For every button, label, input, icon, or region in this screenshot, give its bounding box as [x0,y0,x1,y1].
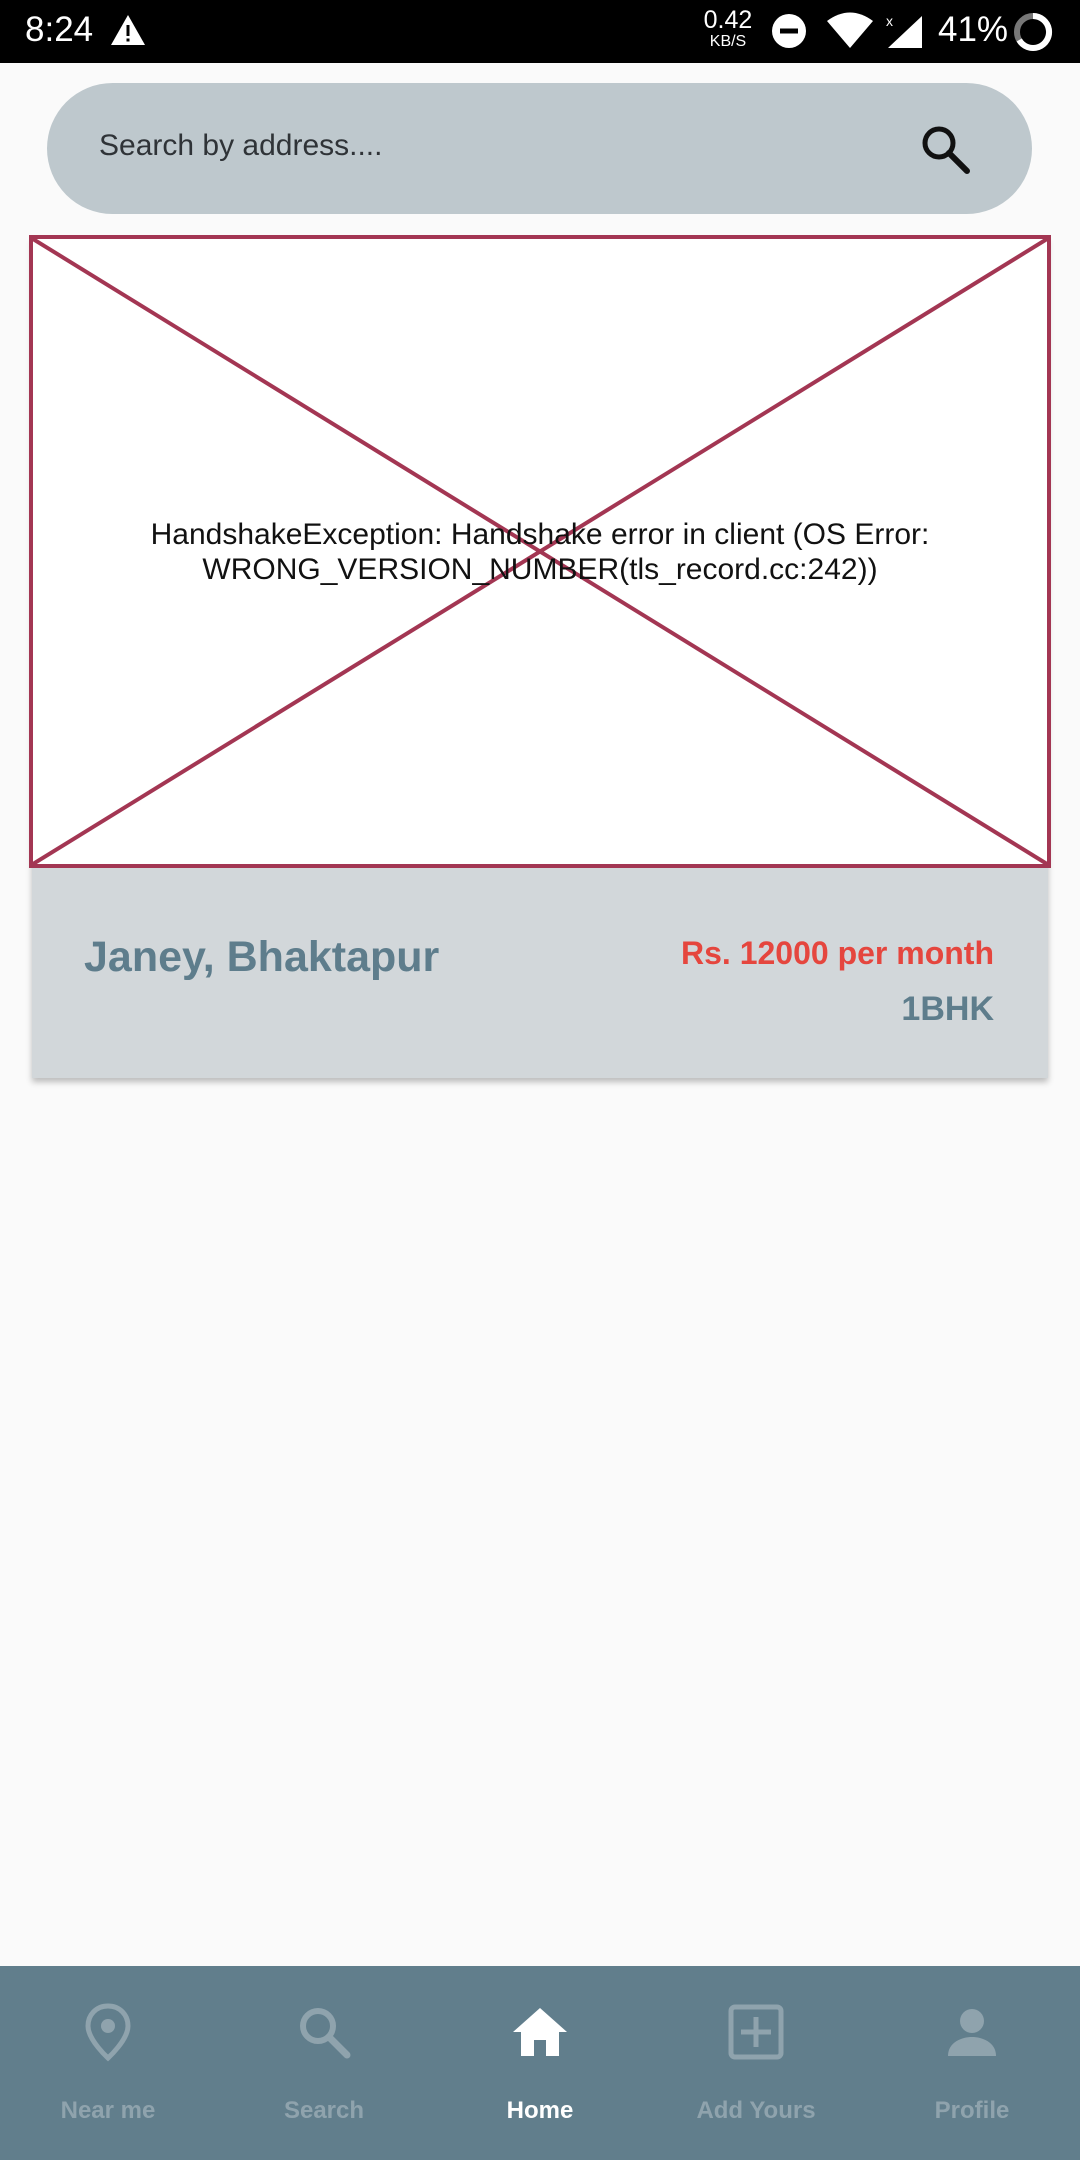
search-bar[interactable]: Search by address.... [47,83,1032,214]
nav-item-add-yours[interactable]: Add Yours [648,1966,864,2160]
bottom-navigation: Near me Search Home Add Yours Profile [0,1966,1080,2160]
network-speed: 0.42 KB/S [700,8,756,51]
listing-type: 1BHK [901,990,994,1028]
listing-image-error: HandshakeException: Handshake error in c… [29,235,1051,868]
add-box-icon [728,2004,784,2060]
nav-label-home: Home [506,2097,574,2124]
status-bar: 8:24 0.42 KB/S x 41% [0,0,1080,63]
listing-title: Janey, Bhaktapur [84,933,440,981]
nav-label-add-yours: Add Yours [696,2097,816,2124]
dnd-icon [772,14,806,48]
battery-percent: 41% [938,10,1009,49]
person-icon [948,2009,996,2056]
home-icon [513,2008,567,2056]
wifi-icon [827,12,873,48]
battery-icon [1014,12,1053,51]
search-input[interactable]: Search by address.... [99,129,382,163]
warning-icon [111,15,145,45]
search-icon [300,2008,351,2059]
network-speed-value: 0.42 [703,6,753,34]
network-speed-unit: KB/S [709,33,747,50]
image-error-message: HandshakeException: Handshake error in c… [150,518,930,586]
nav-item-near-me[interactable]: Near me [0,1966,216,2160]
listing-card[interactable]: HandshakeException: Handshake error in c… [29,235,1051,1078]
nav-label-profile: Profile [934,2097,1010,2124]
status-time: 8:24 [25,10,94,49]
nav-item-profile[interactable]: Profile [864,1966,1080,2160]
signal-icon: x [886,13,922,48]
search-icon[interactable] [917,121,973,177]
listing-price: Rs. 12000 per month [681,935,994,971]
svg-text:x: x [886,13,893,29]
nav-item-search[interactable]: Search [216,1966,432,2160]
location-pin-icon [85,2003,131,2062]
nav-label-search: Search [283,2097,365,2124]
nav-item-home[interactable]: Home [432,1966,648,2160]
nav-label-near-me: Near me [60,2097,156,2124]
